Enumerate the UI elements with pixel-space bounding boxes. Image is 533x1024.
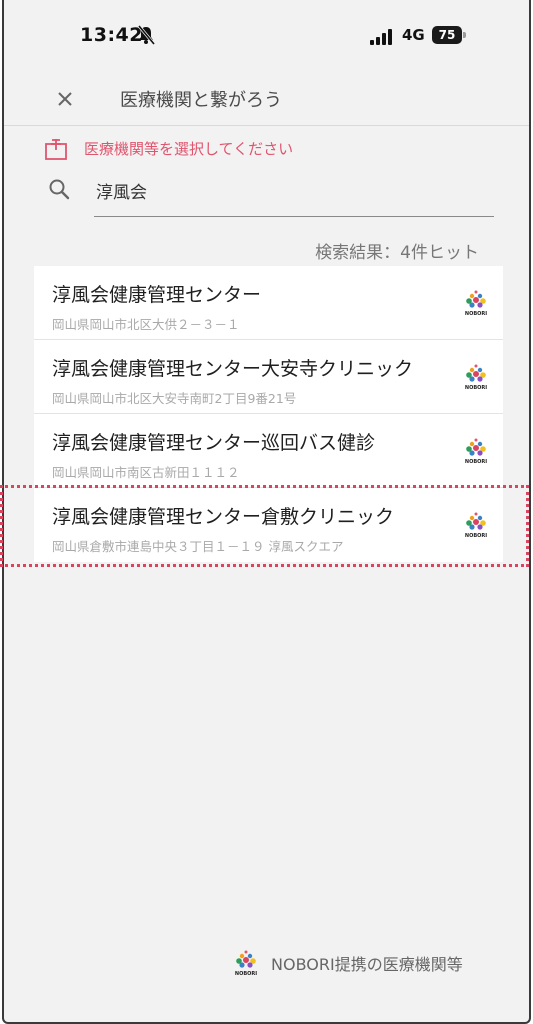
close-icon[interactable] bbox=[50, 84, 80, 114]
results-list: 淳風会健康管理センター 岡山県岡山市北区大供２－３－１ NOBORI 淳風会健康… bbox=[34, 266, 503, 562]
search-field[interactable]: 淳風会 bbox=[44, 170, 494, 218]
facility-address: 岡山県岡山市北区大安寺南町2丁目9番21号 bbox=[52, 391, 297, 406]
facility-name: 淳風会健康管理センター大安寺クリニック bbox=[52, 358, 414, 380]
nobori-logo-icon: NOBORI bbox=[235, 950, 257, 977]
result-count: 検索結果：4件ヒット bbox=[315, 243, 479, 263]
facility-name: 淳風会健康管理センター bbox=[52, 284, 262, 306]
footer-text: NOBORI提携の医療機関等 bbox=[271, 955, 463, 974]
network-type: 4G bbox=[402, 26, 425, 44]
signal-icon bbox=[370, 29, 392, 45]
phone-frame: 13:42 4G 75 医療機関と繋がろう 医療機関等を選択してください 淳風会… bbox=[2, 0, 531, 1024]
facility-address: 岡山県倉敷市連島中央３丁目１－１９ 淳風スクエア bbox=[52, 539, 344, 554]
battery-level: 75 bbox=[432, 26, 462, 44]
hospital-icon bbox=[45, 139, 67, 160]
list-item[interactable]: 淳風会健康管理センター巡回バス健診 岡山県岡山市南区古新田１１１２ NOBORI bbox=[34, 414, 503, 488]
footer-legend: NOBORI NOBORI提携の医療機関等 bbox=[233, 948, 483, 977]
instruction-text: 医療機関等を選択してください bbox=[84, 140, 294, 158]
nobori-logo-icon: NOBORI bbox=[465, 364, 487, 391]
bell-mute-icon bbox=[137, 25, 156, 45]
logo-wordmark: NOBORI bbox=[235, 971, 257, 977]
search-input[interactable]: 淳風会 bbox=[96, 178, 147, 203]
facility-address: 岡山県岡山市北区大供２－３－１ bbox=[52, 317, 240, 332]
list-item[interactable]: 淳風会健康管理センター 岡山県岡山市北区大供２－３－１ NOBORI bbox=[34, 266, 503, 340]
logo-wordmark: NOBORI bbox=[465, 385, 487, 391]
logo-wordmark: NOBORI bbox=[465, 459, 487, 465]
nobori-logo-icon: NOBORI bbox=[465, 512, 487, 539]
search-icon bbox=[49, 179, 70, 200]
list-item[interactable]: 淳風会健康管理センター倉敷クリニック 岡山県倉敷市連島中央３丁目１－１９ 淳風ス… bbox=[34, 488, 503, 562]
logo-wordmark: NOBORI bbox=[465, 311, 487, 317]
logo-wordmark: NOBORI bbox=[465, 533, 487, 539]
nobori-logo-icon: NOBORI bbox=[465, 290, 487, 317]
facility-address: 岡山県岡山市南区古新田１１１２ bbox=[52, 465, 240, 480]
battery-tip bbox=[463, 32, 466, 38]
clock: 13:42 bbox=[80, 24, 143, 46]
status-bar: 13:42 4G 75 bbox=[4, 0, 529, 72]
facility-name: 淳風会健康管理センター倉敷クリニック bbox=[52, 506, 395, 528]
nobori-logo-icon: NOBORI bbox=[465, 438, 487, 465]
list-item[interactable]: 淳風会健康管理センター大安寺クリニック 岡山県岡山市北区大安寺南町2丁目9番21… bbox=[34, 340, 503, 414]
search-underline bbox=[94, 216, 494, 217]
app-header: 医療機関と繋がろう bbox=[4, 72, 529, 126]
facility-name: 淳風会健康管理センター巡回バス健診 bbox=[52, 432, 376, 454]
page-title: 医療機関と繋がろう bbox=[120, 90, 282, 111]
